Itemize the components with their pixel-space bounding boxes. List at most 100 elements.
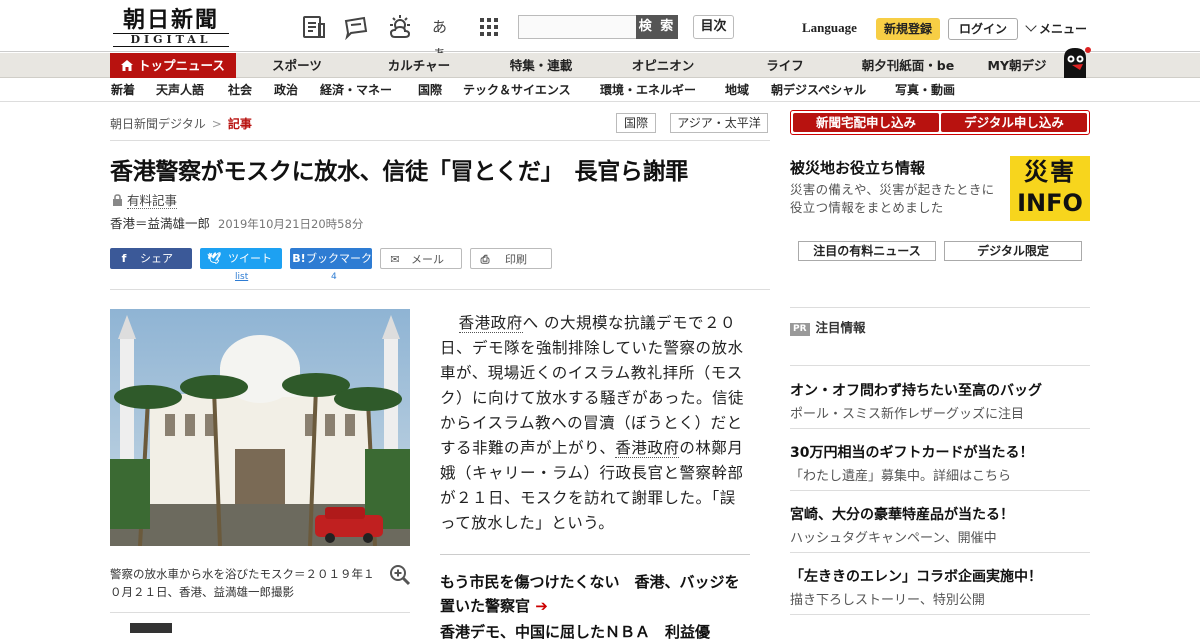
divider	[790, 614, 1090, 615]
pr-item-title[interactable]: オン・オフ問わず持ちたい至高のバッグ	[790, 380, 1042, 400]
nav-photo-video[interactable]: 写真・動画	[895, 79, 955, 102]
related-article-link[interactable]: 香港デモ、中国に屈したＮＢＡ 利益優	[440, 620, 750, 644]
nav-tenseijingo[interactable]: 天声人語	[156, 79, 204, 102]
nav-special[interactable]: 朝デジスペシャル	[771, 79, 866, 102]
mascot-icon[interactable]	[1058, 44, 1092, 78]
font-size-icon[interactable]: あぁ	[432, 14, 458, 62]
author: 香港＝益満雄一郎	[110, 216, 211, 231]
disaster-logo-top: 災害	[1024, 158, 1076, 186]
pr-item-sub[interactable]: 「わたし遺産」募集中。詳細はこちら	[790, 465, 1011, 484]
twitter-share-button[interactable]: 🕊 ツイート	[200, 248, 282, 269]
nav-opinion[interactable]: オピニオン	[622, 53, 704, 78]
hatena-count[interactable]: 4	[331, 272, 337, 282]
paid-news-button[interactable]: 注目の有料ニュース	[798, 241, 936, 261]
related-article-title: もう市民を傷つけたくない 香港、バッジを置いた警察官	[440, 573, 740, 615]
mail-label: メール	[411, 253, 444, 266]
nav-print-edition[interactable]: 朝夕刊紙面・be	[852, 53, 964, 78]
nav-society[interactable]: 社会	[228, 79, 252, 102]
digital-only-button[interactable]: デジタル限定	[944, 241, 1082, 261]
grid-icon[interactable]	[478, 14, 504, 40]
digital-signup-button[interactable]: デジタル申し込み	[941, 113, 1087, 132]
home-icon	[121, 60, 134, 71]
pr-item-title[interactable]: 「左ききのエレン」コラボ企画実施中！	[790, 566, 1042, 586]
signup-button[interactable]: 新規登録	[876, 18, 940, 40]
hatena-icon: B!	[292, 252, 306, 265]
mail-icon: ✉	[390, 253, 400, 266]
facebook-share-label: シェア	[140, 252, 173, 265]
home-delivery-button[interactable]: 新聞宅配申し込み	[793, 113, 939, 132]
pr-item-sub[interactable]: ポール・スミス新作レザーグッズに注目	[790, 403, 1024, 422]
nav-environment[interactable]: 環境・エネルギー	[600, 79, 696, 102]
byline: 香港＝益満雄一郎 2019年10月21日20時58分	[110, 213, 363, 232]
breadcrumb-current: 記事	[227, 117, 252, 131]
related-thumbnail[interactable]	[130, 623, 172, 633]
nav-international[interactable]: 国際	[418, 79, 442, 102]
divider	[110, 289, 770, 290]
message-icon[interactable]	[343, 14, 369, 41]
hatena-bookmark-button[interactable]: B!ブックマーク	[290, 248, 372, 269]
nav-features[interactable]: 特集・連載	[500, 53, 582, 78]
divider	[790, 365, 1090, 366]
disaster-logo-bottom: INFO	[1017, 189, 1083, 217]
nav-economy[interactable]: 経済・マネー	[320, 79, 392, 102]
facebook-icon: f	[121, 252, 127, 265]
pr-badge: PR	[790, 323, 810, 336]
search-button[interactable]: 検 索	[636, 15, 678, 39]
article-photo[interactable]	[110, 309, 410, 546]
nav-culture[interactable]: カルチャー	[378, 53, 460, 78]
divider	[110, 140, 770, 141]
site-header: 朝日新聞 DIGITAL あぁ 検 索 目次 Language 新規登録 ログイ…	[0, 0, 1200, 62]
nav-sports[interactable]: スポーツ	[262, 53, 332, 78]
tag-international[interactable]: 国際	[616, 113, 656, 133]
disaster-info-title[interactable]: 被災地お役立ち情報	[790, 157, 925, 178]
pr-heading: PR 注目情報	[790, 317, 866, 336]
twitter-share-label: ツイート	[228, 252, 272, 265]
nav-life[interactable]: ライフ	[750, 53, 820, 78]
nav-top-news[interactable]: トップニュース	[110, 53, 236, 78]
nav-politics[interactable]: 政治	[274, 79, 298, 102]
weather-icon[interactable]	[387, 14, 413, 40]
disaster-info-desc: 災害の備えや、災害が起きたときに役立つ情報をまとめました	[790, 182, 995, 215]
keyword-link[interactable]: 香港政府	[615, 439, 680, 458]
keyword-link[interactable]: 香港政府	[458, 314, 523, 333]
pr-item-sub[interactable]: ハッシュタグキャンペーン、開催中	[790, 527, 997, 546]
chevron-down-icon	[1025, 20, 1037, 32]
lock-icon	[113, 194, 122, 206]
divider	[790, 307, 1090, 308]
nav-tech-science[interactable]: テック＆サイエンス	[463, 79, 571, 102]
logo-japanese: 朝日新聞	[122, 7, 219, 33]
facebook-share-button[interactable]: f シェア	[110, 248, 192, 269]
print-button[interactable]: ⎙ 印刷	[470, 248, 552, 269]
nav-regional[interactable]: 地域	[725, 79, 749, 102]
newspaper-icon[interactable]	[301, 14, 327, 40]
photo-caption: 警察の放水車から水を浴びたモスク＝２０１９年１０月２１日、香港、益満雄一郎撮影	[110, 567, 375, 599]
asahi-digital-logo[interactable]: 朝日新聞 DIGITAL	[113, 7, 229, 47]
pr-item-title[interactable]: 宮崎、大分の豪華特産品が当たる！	[790, 504, 1014, 524]
nav-my-asadigi[interactable]: MY朝デジ	[982, 53, 1052, 78]
disaster-info-logo[interactable]: 災害 INFO	[1010, 156, 1090, 221]
breadcrumb-separator: >	[211, 117, 222, 131]
language-link[interactable]: Language	[802, 20, 857, 36]
login-button[interactable]: ログイン	[948, 18, 1018, 40]
pr-item-title[interactable]: 30万円相当のギフトカードが当たる！	[790, 442, 1033, 462]
tag-asia-pacific[interactable]: アジア・太平洋	[670, 113, 768, 133]
print-label: 印刷	[505, 253, 527, 266]
zoom-icon[interactable]	[388, 563, 412, 587]
toc-button[interactable]: 目次	[693, 15, 734, 39]
divider	[440, 554, 750, 555]
publish-date: 2019年10月21日20時58分	[218, 217, 364, 231]
pr-heading-text: 注目情報	[815, 320, 866, 335]
divider	[790, 428, 1090, 429]
logo-english: DIGITAL	[113, 33, 229, 47]
divider	[110, 612, 410, 613]
nav-latest[interactable]: 新着	[111, 79, 135, 102]
pr-item-sub[interactable]: 描き下ろしストーリー、特別公開	[790, 589, 985, 608]
mail-share-button[interactable]: ✉ メール	[380, 248, 462, 269]
search-input[interactable]	[518, 15, 636, 39]
twitter-count[interactable]: list	[235, 272, 248, 282]
article-title: 香港警察がモスクに放水、信徒「冒とくだ」 長官ら謝罪	[110, 159, 689, 185]
related-article-link[interactable]: もう市民を傷つけたくない 香港、バッジを置いた警察官 ➔	[440, 570, 750, 618]
hatena-label: ブックマーク	[306, 252, 372, 265]
menu-button[interactable]: メニュー	[1025, 20, 1087, 37]
breadcrumb-home[interactable]: 朝日新聞デジタル	[110, 117, 206, 131]
